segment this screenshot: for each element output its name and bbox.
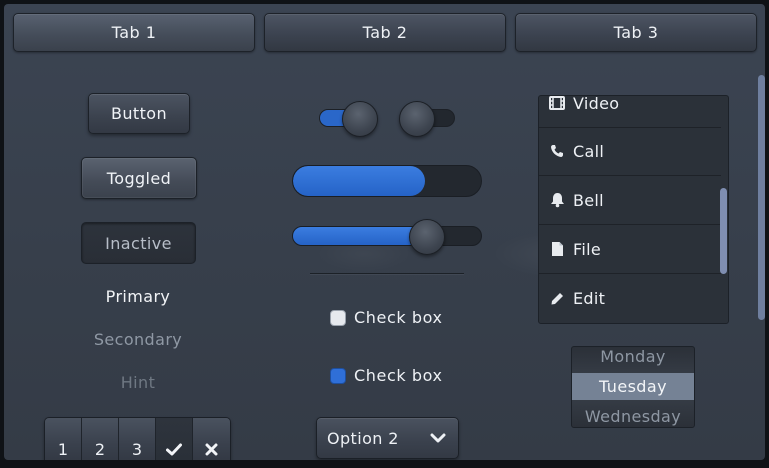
tab-2-label: Tab 2 [362, 23, 408, 42]
checkbox-2-label: Check box [354, 366, 443, 385]
phone-icon [549, 143, 565, 159]
file-icon [549, 241, 565, 257]
page-scrollbar[interactable] [758, 75, 765, 320]
list-item-video[interactable]: Video [539, 95, 721, 128]
segment-3-label: 3 [131, 440, 143, 459]
list-item-bell-label: Bell [573, 190, 604, 210]
segment-1[interactable]: 1 [45, 418, 82, 460]
segment-3[interactable]: 3 [119, 418, 156, 460]
checkbox-2-box[interactable] [330, 367, 346, 384]
toggled-button[interactable]: Toggled [81, 157, 197, 199]
segment-1-label: 1 [57, 440, 69, 459]
checkbox-1[interactable]: Check box [330, 308, 443, 327]
checkbox-2[interactable]: Check box [330, 366, 443, 385]
list-item-video-label: Video [573, 95, 620, 113]
list-item-edit[interactable]: Edit [539, 274, 721, 323]
list-item-edit-label: Edit [573, 289, 606, 308]
segment-2[interactable]: 2 [82, 418, 119, 460]
button-label: Button [111, 104, 167, 123]
slider[interactable] [292, 219, 482, 255]
checkbox-1-box[interactable] [330, 309, 346, 326]
tab-2[interactable]: Tab 2 [264, 13, 506, 52]
toggled-button-label: Toggled [106, 168, 172, 188]
secondary-label: Secondary [93, 330, 183, 349]
primary-label: Primary [105, 287, 171, 306]
switch-on-knob[interactable] [342, 101, 378, 137]
tab-3[interactable]: Tab 3 [515, 13, 757, 52]
close-icon [205, 443, 218, 456]
tab-3-label: Tab 3 [613, 23, 659, 42]
demo-window: Tab 1 Tab 2 Tab 3 Button Toggled Inactiv… [4, 4, 765, 460]
tab-1-label: Tab 1 [111, 23, 157, 42]
day-picker[interactable]: Monday Tuesday Wednesday [571, 346, 695, 428]
list-item-call[interactable]: Call [539, 127, 721, 176]
slider-handle[interactable] [409, 219, 445, 255]
progress-fill [293, 166, 425, 196]
checkbox-1-label: Check box [354, 308, 443, 327]
segment-cancel[interactable] [193, 418, 230, 460]
list-item-file[interactable]: File [539, 225, 721, 274]
option-dropdown[interactable]: Option 2 [316, 417, 459, 459]
progress-bar [292, 165, 482, 197]
slider-fill [293, 227, 426, 245]
edit-icon [549, 291, 565, 307]
list-scrollbar[interactable] [720, 188, 727, 274]
video-icon [549, 96, 565, 111]
icon-list: Video Call Bell File Edit [538, 95, 729, 324]
button[interactable]: Button [88, 93, 190, 134]
inactive-button: Inactive [81, 222, 196, 264]
picker-item-monday[interactable]: Monday [572, 347, 694, 370]
switch-off-knob[interactable] [399, 101, 435, 137]
switch-off[interactable] [399, 101, 455, 137]
list-item-bell[interactable]: Bell [539, 176, 721, 225]
inactive-button-label: Inactive [105, 233, 172, 253]
hint-label: Hint [120, 373, 156, 392]
tab-1[interactable]: Tab 1 [13, 13, 255, 52]
segment-confirm[interactable] [156, 418, 193, 460]
bell-icon [549, 192, 565, 208]
list-item-call-label: Call [573, 141, 605, 161]
switch-on[interactable] [319, 101, 378, 137]
separator [310, 273, 464, 274]
check-icon [166, 443, 182, 456]
picker-item-wednesday[interactable]: Wednesday [572, 403, 694, 427]
dropdown-value: Option 2 [327, 428, 399, 448]
picker-item-tuesday[interactable]: Tuesday [572, 373, 694, 400]
segment-2-label: 2 [94, 440, 106, 459]
segmented-control: 1 2 3 [44, 417, 231, 460]
chevron-down-icon [430, 433, 446, 443]
list-item-file-label: File [573, 239, 601, 259]
